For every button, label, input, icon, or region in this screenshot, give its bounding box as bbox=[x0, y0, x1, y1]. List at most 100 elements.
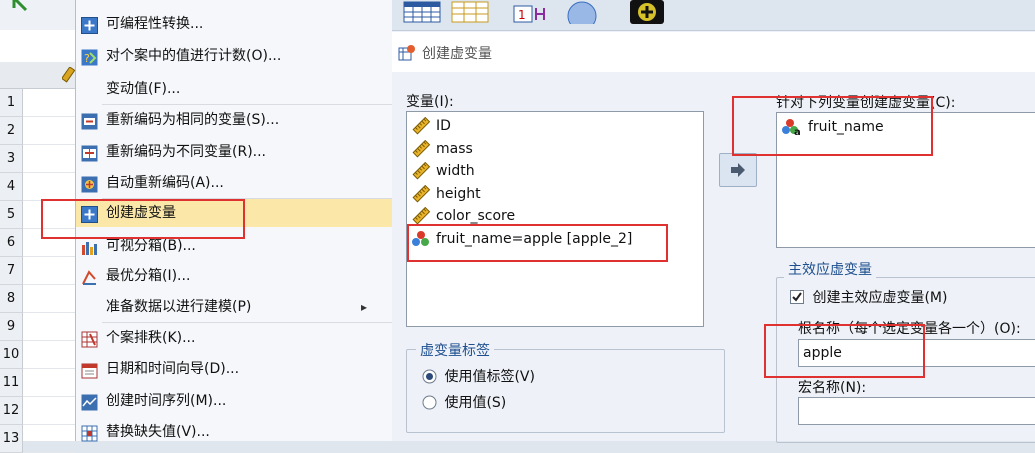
grid-cell[interactable] bbox=[23, 369, 76, 397]
main-effect-group-title: 主效应虚变量 bbox=[784, 259, 876, 279]
menu-item[interactable]: 最优分箱(I)... bbox=[76, 262, 392, 290]
ruler-icon bbox=[411, 206, 436, 225]
menu-item-label: 最优分箱(I)... bbox=[106, 268, 191, 284]
row-number[interactable]: 10 bbox=[0, 341, 23, 369]
row-number[interactable]: 3 bbox=[0, 145, 23, 173]
row-number[interactable]: 1 bbox=[0, 89, 23, 117]
time-series-icon bbox=[81, 393, 98, 411]
grid-cell[interactable] bbox=[23, 257, 76, 285]
menu-item[interactable]: 准备数据以进行建模(P) ▸ bbox=[76, 293, 392, 321]
variables-label: 变量(I): bbox=[406, 94, 454, 110]
data-editor-toolbar bbox=[0, 0, 76, 30]
row-number[interactable]: 8 bbox=[0, 285, 23, 313]
ruler-icon bbox=[411, 139, 436, 157]
menu-item[interactable]: 自动重新编码(A)... bbox=[76, 169, 392, 197]
menu-item[interactable]: 重新编码为不同变量(R)... bbox=[76, 138, 392, 166]
grid-cell[interactable] bbox=[23, 117, 76, 145]
highlight-box-root-name bbox=[764, 324, 925, 378]
menu-item-label: 替换缺失值(V)... bbox=[106, 424, 210, 440]
menu-item[interactable]: 替换缺失值(V)... bbox=[76, 418, 392, 446]
grid-cell[interactable] bbox=[23, 285, 76, 313]
menu-item[interactable]: 变动值(F)... bbox=[76, 75, 392, 103]
menu-item-label: 日期和时间向导(D)... bbox=[106, 361, 240, 377]
menu-item-label: 变动值(F)... bbox=[106, 81, 181, 97]
row-number[interactable]: 7 bbox=[0, 257, 23, 285]
grid-cell[interactable] bbox=[23, 145, 76, 173]
row-number[interactable]: 9 bbox=[0, 313, 23, 341]
recode-different-icon bbox=[81, 144, 98, 162]
import-data-icon[interactable] bbox=[12, 0, 34, 14]
row-number[interactable]: 6 bbox=[0, 229, 23, 257]
auto-recode-icon bbox=[81, 175, 98, 193]
use-sets-icon[interactable] bbox=[560, 0, 604, 24]
variable-name: width bbox=[436, 163, 475, 179]
radio-unselected-icon bbox=[422, 395, 437, 409]
create-main-effect-checkbox[interactable]: 创建主效应虚变量(M) bbox=[790, 287, 947, 307]
source-variable-item[interactable]: mass bbox=[411, 138, 473, 160]
replace-missing-icon bbox=[81, 424, 98, 442]
menu-item-label: 创建时间序列(M)... bbox=[106, 393, 227, 409]
dialog-app-icon bbox=[398, 45, 415, 61]
menu-item-label: 个案排秩(K)... bbox=[106, 330, 196, 346]
grid-cell[interactable] bbox=[23, 89, 76, 117]
grid-cell[interactable] bbox=[23, 173, 76, 201]
macro-name-label: 宏名称(N): bbox=[798, 380, 867, 396]
create-main-effect-text: 创建主效应虚变量(M) bbox=[812, 290, 948, 306]
source-variable-item[interactable]: ID bbox=[411, 115, 451, 137]
recode-same-icon bbox=[81, 112, 98, 130]
variable-name: height bbox=[436, 185, 481, 202]
row-number[interactable]: 13 bbox=[0, 425, 23, 453]
grid-cell[interactable] bbox=[23, 397, 76, 425]
menu-item-label: 自动重新编码(A)... bbox=[106, 175, 224, 191]
ruler-icon bbox=[411, 161, 436, 180]
menu-item-label: 可编程性转换... bbox=[106, 16, 204, 32]
grid-cell[interactable] bbox=[23, 425, 76, 453]
row-number[interactable]: 4 bbox=[0, 173, 23, 201]
row-number[interactable]: 5 bbox=[0, 201, 23, 229]
svg-text:1: 1 bbox=[518, 8, 526, 22]
menu-item[interactable]: 重新编码为相同的变量(S)... bbox=[76, 106, 392, 134]
plus-box-icon bbox=[81, 16, 98, 34]
menu-item[interactable]: 日期和时间向导(D)... bbox=[76, 355, 392, 383]
row-number[interactable]: 2 bbox=[0, 117, 23, 145]
menu-separator bbox=[102, 104, 392, 105]
move-right-button[interactable] bbox=[719, 153, 757, 187]
ruler-icon bbox=[62, 67, 76, 83]
dialog-toolbar: 1 bbox=[392, 0, 1035, 31]
source-variable-item[interactable]: width bbox=[411, 160, 475, 182]
radio-use-values-text: 使用值(S) bbox=[444, 395, 507, 411]
ruler-icon bbox=[411, 184, 436, 202]
menu-separator bbox=[102, 322, 392, 323]
variable-name: mass bbox=[436, 140, 473, 157]
radio-use-value-labels-text: 使用值标签(V) bbox=[444, 369, 535, 385]
row-number[interactable]: 12 bbox=[0, 397, 23, 425]
data-view-icon[interactable] bbox=[400, 0, 444, 24]
menu-item-label: 对个案中的值进行计数(O)... bbox=[106, 48, 282, 64]
menu-item[interactable]: 个案排秩(K)... bbox=[76, 324, 392, 352]
radio-use-values[interactable]: 使用值(S) bbox=[422, 392, 506, 412]
menu-item[interactable]: 创建时间序列(M)... bbox=[76, 387, 392, 415]
variable-view-icon[interactable] bbox=[448, 0, 492, 24]
add-icon[interactable] bbox=[624, 0, 668, 24]
grid-cell[interactable] bbox=[23, 341, 76, 369]
radio-use-value-labels[interactable]: 使用值标签(V) bbox=[422, 366, 535, 386]
source-variable-item[interactable]: height bbox=[411, 183, 481, 205]
dummy-labels-group-title: 虚变量标签 bbox=[416, 340, 494, 360]
menu-item[interactable]: 可编程性转换... bbox=[76, 10, 392, 38]
create-dummy-variables-dialog: 1 创建虚变量 变量(I): ID mass width height color_sc… bbox=[392, 0, 1035, 443]
variable-name: color_score bbox=[436, 208, 516, 224]
value-labels-icon[interactable]: 1 bbox=[510, 0, 554, 24]
source-variable-list[interactable]: ID mass width height color_score fruit_name=a… bbox=[406, 111, 704, 327]
grid-cell[interactable] bbox=[23, 313, 76, 341]
highlight-box-target-variable bbox=[732, 96, 933, 156]
row-number[interactable]: 11 bbox=[0, 369, 23, 397]
variable-name: ID bbox=[436, 118, 451, 134]
highlight-box-source-variable bbox=[407, 224, 668, 262]
radio-selected-icon bbox=[422, 369, 437, 383]
checkbox-checked-icon bbox=[790, 290, 804, 304]
menu-item[interactable]: ? 对个案中的值进行计数(O)... bbox=[76, 42, 392, 70]
count-icon: ? bbox=[81, 48, 98, 66]
svg-text:?: ? bbox=[84, 52, 90, 65]
arrow-right-icon bbox=[731, 163, 745, 177]
macro-name-input[interactable] bbox=[798, 397, 1035, 425]
